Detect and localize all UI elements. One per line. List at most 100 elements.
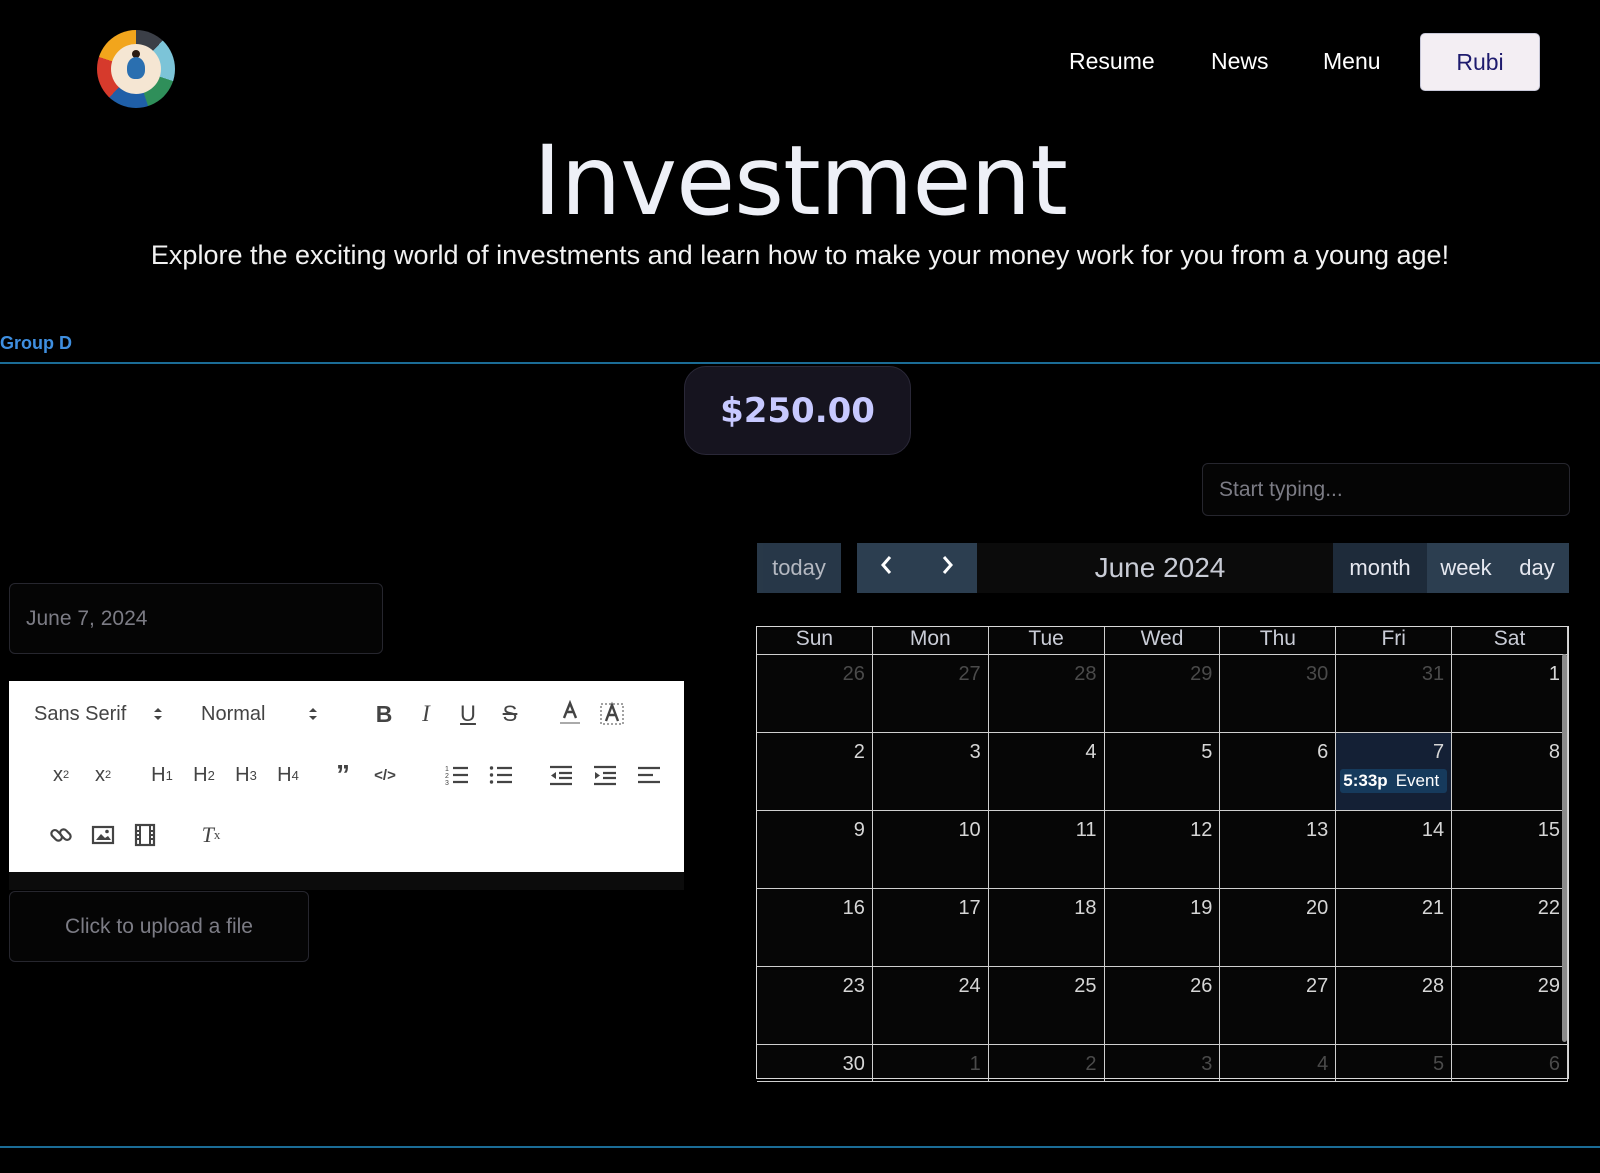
ordered-list-icon[interactable]: 123	[441, 759, 473, 791]
italic-icon[interactable]: I	[411, 699, 441, 729]
header4-icon[interactable]: H4	[272, 759, 304, 791]
day-cell[interactable]: 29	[1104, 655, 1221, 733]
day-cell[interactable]: 11	[988, 811, 1105, 889]
outdent-icon[interactable]	[545, 759, 577, 791]
group-label[interactable]: Group D	[0, 333, 72, 354]
day-number[interactable]: 15	[1538, 819, 1560, 842]
editor-body[interactable]	[9, 872, 684, 890]
header2-icon[interactable]: H2	[188, 759, 220, 791]
day-cell[interactable]: 26	[1104, 967, 1221, 1045]
day-number[interactable]: 23	[843, 975, 865, 998]
superscript-icon[interactable]: x2	[45, 759, 77, 791]
calendar-scrollbar[interactable]	[1562, 654, 1567, 1042]
day-number[interactable]: 3	[1201, 1053, 1212, 1076]
day-number[interactable]: 28	[1422, 975, 1444, 998]
day-cell[interactable]: 1	[872, 1045, 989, 1082]
subscript-icon[interactable]: x2	[87, 759, 119, 791]
day-number[interactable]: 27	[1306, 975, 1328, 998]
day-number[interactable]: 22	[1538, 897, 1560, 920]
view-day-button[interactable]: day	[1505, 543, 1569, 593]
nav-menu[interactable]: Menu	[1323, 48, 1381, 75]
site-logo[interactable]	[97, 30, 175, 108]
day-cell[interactable]: 1	[1452, 655, 1568, 733]
day-number[interactable]: 20	[1306, 897, 1328, 920]
blockquote-icon[interactable]: ”	[327, 759, 359, 791]
day-cell[interactable]: 13	[1220, 811, 1337, 889]
align-icon[interactable]	[633, 759, 665, 791]
day-cell[interactable]: 6	[1452, 1045, 1568, 1082]
day-number[interactable]: 24	[958, 975, 980, 998]
day-cell[interactable]: 23	[757, 967, 873, 1045]
size-select[interactable]: Normal	[201, 699, 341, 729]
day-cell[interactable]: 27	[872, 655, 989, 733]
link-icon[interactable]	[45, 819, 77, 851]
date-field[interactable]: June 7, 2024	[9, 583, 383, 654]
day-number[interactable]: 26	[1190, 975, 1212, 998]
nav-resume[interactable]: Resume	[1069, 48, 1155, 75]
day-cell[interactable]: 15	[1452, 811, 1568, 889]
day-number[interactable]: 4	[1317, 1053, 1328, 1076]
upload-button[interactable]: Click to upload a file	[9, 891, 309, 962]
today-button[interactable]: today	[757, 543, 841, 593]
day-cell[interactable]: 26	[757, 655, 873, 733]
day-cell[interactable]: 29	[1452, 967, 1568, 1045]
day-number[interactable]: 10	[958, 819, 980, 842]
strike-icon[interactable]: S	[495, 699, 525, 729]
day-number[interactable]: 2	[854, 741, 865, 764]
code-block-icon[interactable]: </>	[369, 759, 401, 791]
day-number[interactable]: 1	[1549, 663, 1560, 686]
view-week-button[interactable]: week	[1427, 543, 1505, 593]
day-number[interactable]: 12	[1190, 819, 1212, 842]
day-cell[interactable]: 24	[872, 967, 989, 1045]
day-cell[interactable]: 3	[1104, 1045, 1221, 1082]
day-number[interactable]: 18	[1074, 897, 1096, 920]
day-number[interactable]: 17	[958, 897, 980, 920]
indent-icon[interactable]	[589, 759, 621, 791]
day-cell[interactable]: 30	[757, 1045, 873, 1082]
day-cell[interactable]: 25	[988, 967, 1105, 1045]
day-number[interactable]: 27	[958, 663, 980, 686]
day-cell[interactable]: 31	[1336, 655, 1453, 733]
day-number[interactable]: 2	[1085, 1053, 1096, 1076]
text-color-icon[interactable]	[555, 697, 585, 729]
day-number[interactable]: 5	[1201, 741, 1212, 764]
day-number[interactable]: 30	[1306, 663, 1328, 686]
day-number[interactable]: 25	[1074, 975, 1096, 998]
day-number[interactable]: 29	[1190, 663, 1212, 686]
bold-icon[interactable]: B	[369, 699, 399, 729]
day-cell[interactable]: 20	[1220, 889, 1337, 967]
day-number[interactable]: 13	[1306, 819, 1328, 842]
day-number[interactable]: 31	[1422, 663, 1444, 686]
day-cell[interactable]: 28	[1336, 967, 1453, 1045]
clear-format-icon[interactable]: Tx	[195, 819, 227, 851]
search-input[interactable]: Start typing...	[1202, 463, 1570, 516]
prev-button[interactable]	[877, 553, 897, 583]
day-cell[interactable]: 17	[872, 889, 989, 967]
day-cell[interactable]: 3	[872, 733, 989, 811]
header3-icon[interactable]: H3	[230, 759, 262, 791]
video-icon[interactable]	[129, 819, 161, 851]
day-cell[interactable]: 21	[1336, 889, 1453, 967]
day-number[interactable]: 7	[1433, 741, 1444, 764]
day-cell[interactable]: 8	[1452, 733, 1568, 811]
day-number[interactable]: 16	[843, 897, 865, 920]
day-cell[interactable]: 16	[757, 889, 873, 967]
day-number[interactable]: 4	[1085, 741, 1096, 764]
underline-icon[interactable]: U	[453, 699, 483, 729]
next-button[interactable]	[937, 553, 957, 583]
font-select[interactable]: Sans Serif	[34, 699, 184, 729]
day-cell[interactable]: 12	[1104, 811, 1221, 889]
header1-icon[interactable]: H1	[146, 759, 178, 791]
day-cell[interactable]: 6	[1220, 733, 1337, 811]
background-color-icon[interactable]	[597, 697, 627, 729]
day-number[interactable]: 19	[1190, 897, 1212, 920]
day-cell[interactable]: 19	[1104, 889, 1221, 967]
day-number[interactable]: 21	[1422, 897, 1444, 920]
day-number[interactable]: 9	[854, 819, 865, 842]
day-cell[interactable]: 14	[1336, 811, 1453, 889]
day-cell[interactable]: 22	[1452, 889, 1568, 967]
day-cell[interactable]: 18	[988, 889, 1105, 967]
day-cell[interactable]: 7 5:33p Event	[1336, 733, 1453, 811]
day-number[interactable]: 26	[843, 663, 865, 686]
day-cell[interactable]: 4	[1220, 1045, 1337, 1082]
